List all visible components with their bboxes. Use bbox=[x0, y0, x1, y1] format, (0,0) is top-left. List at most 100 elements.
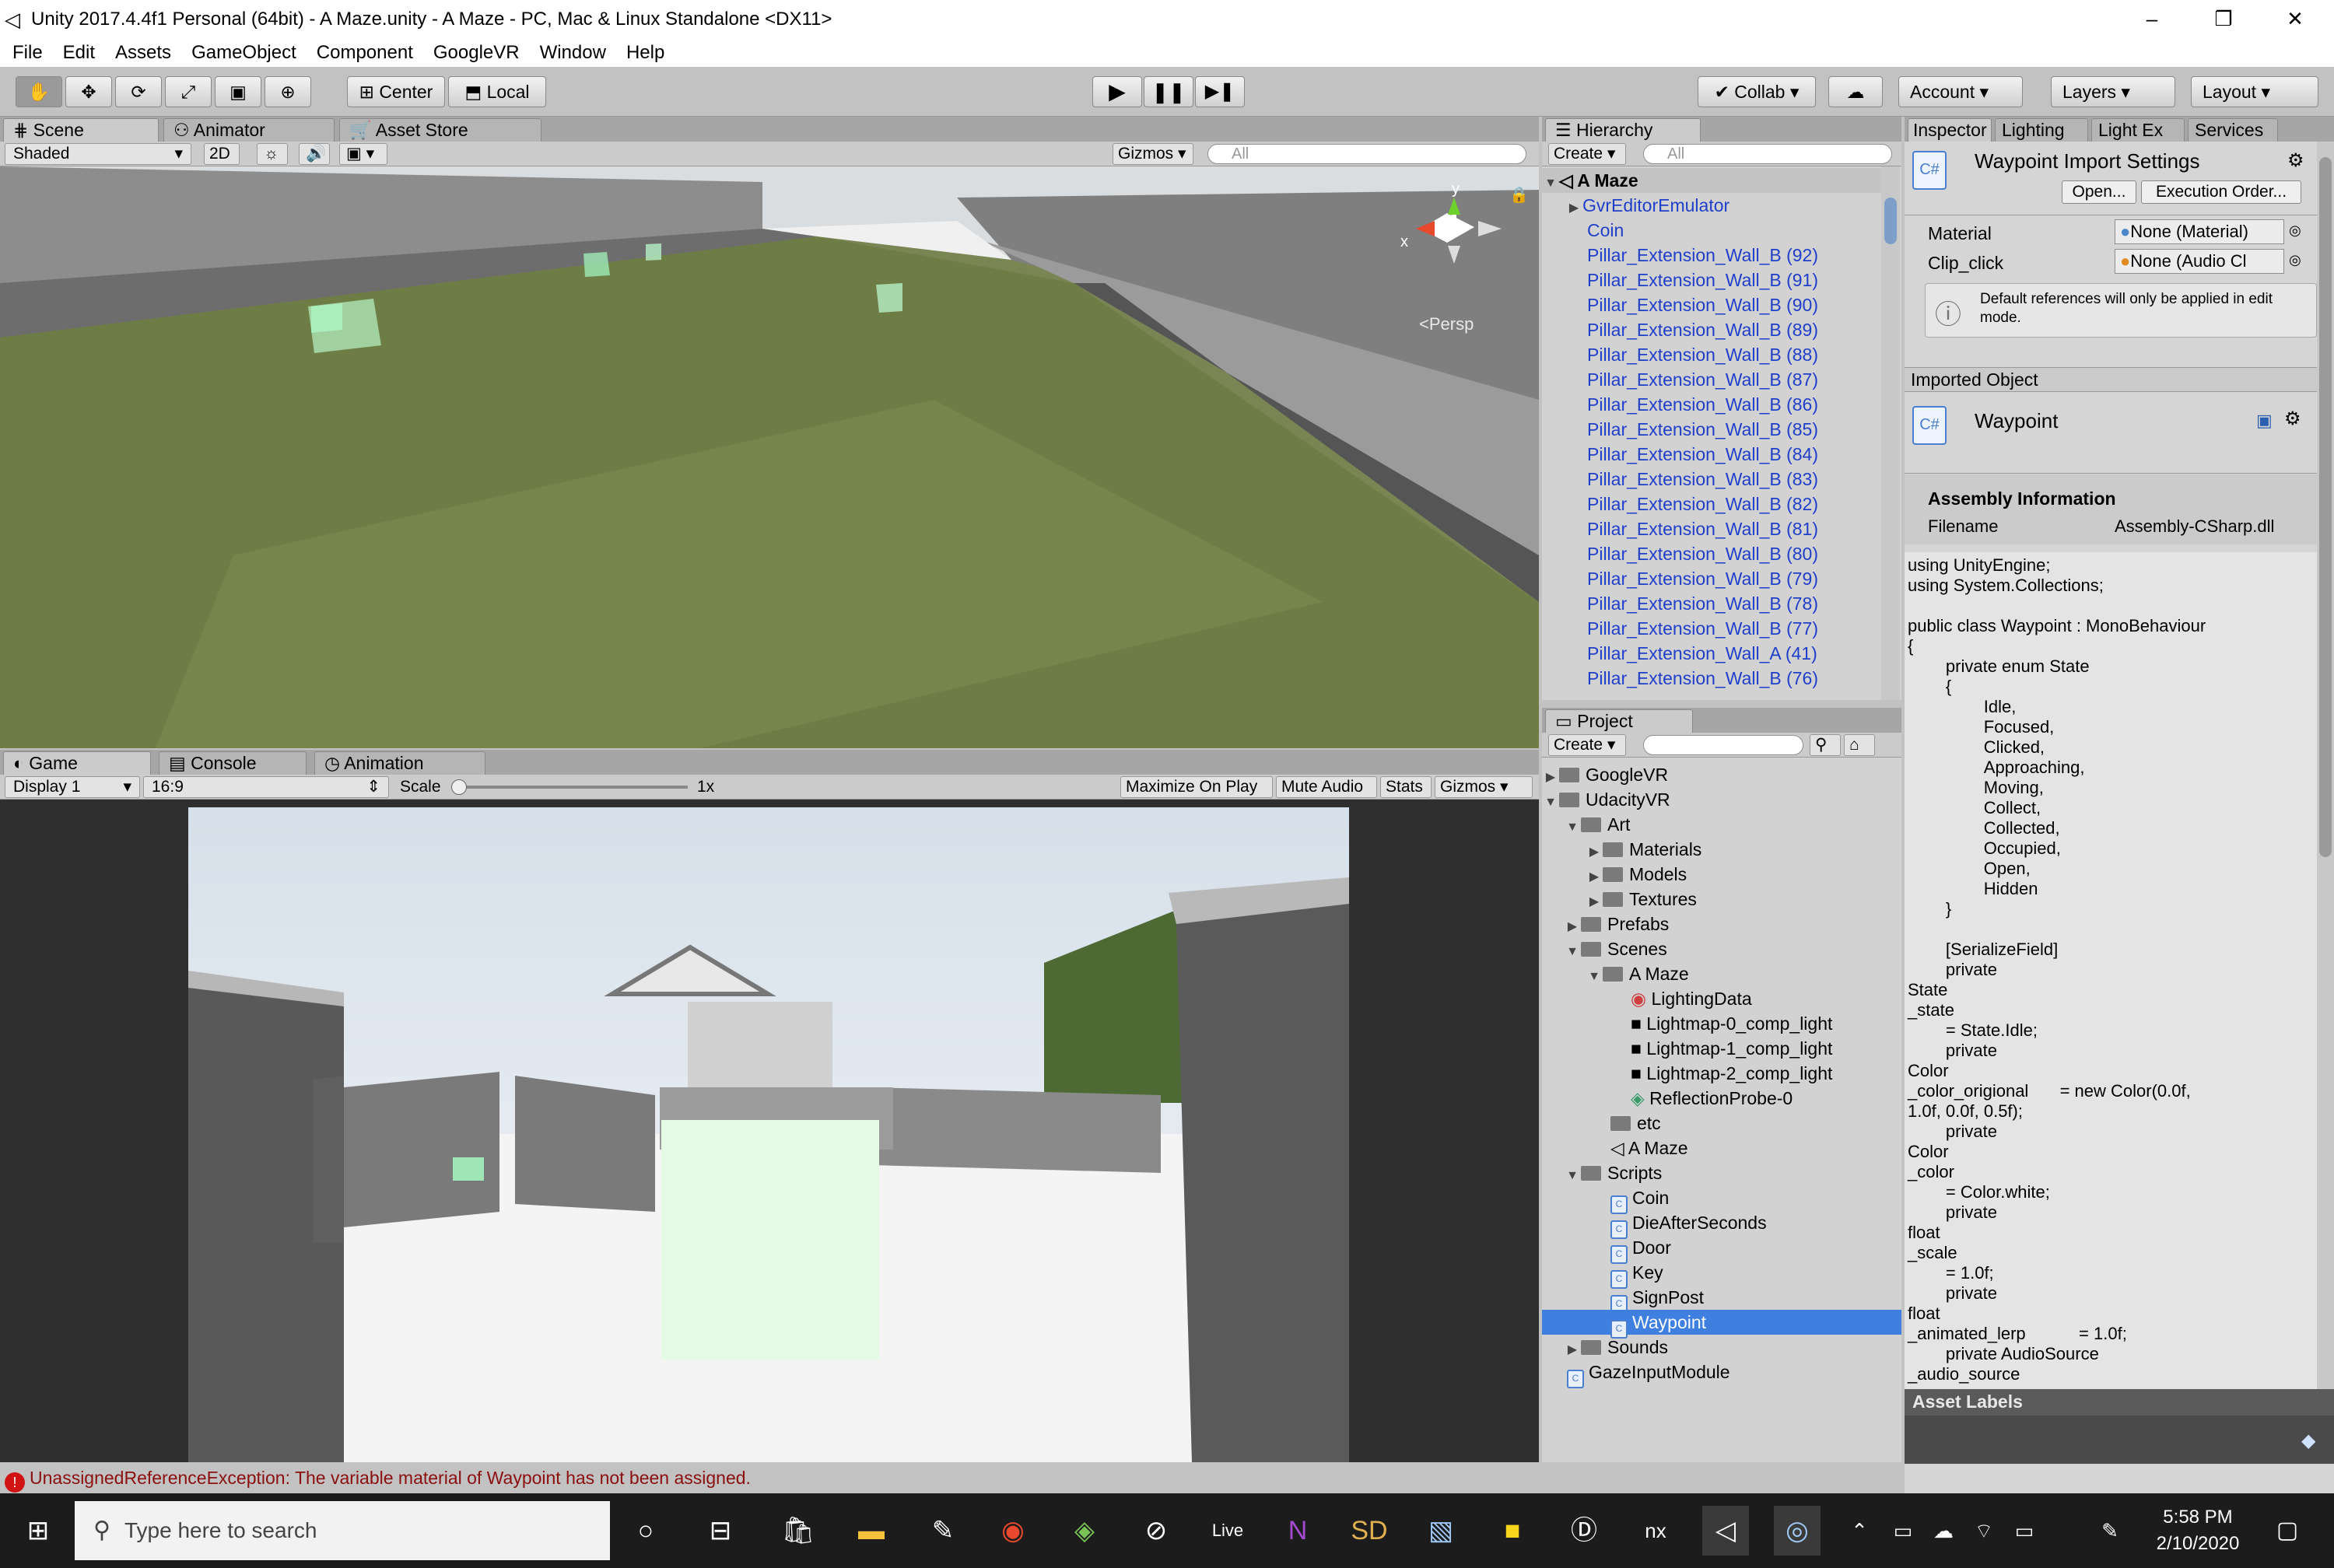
lighting-toggle-icon[interactable]: ☼ bbox=[257, 143, 288, 165]
hierarchy-row[interactable]: Pillar_Extension_Wall_B (84) bbox=[1587, 442, 1901, 467]
hierarchy-row[interactable]: Pillar_Extension_Wall_B (86) bbox=[1587, 392, 1901, 417]
project-folder-art[interactable]: ▼ Art bbox=[1564, 812, 1630, 837]
2d-toggle[interactable]: 2D bbox=[204, 143, 240, 165]
project-item-lightmap-0[interactable]: ■ Lightmap-0_comp_light bbox=[1631, 1011, 1832, 1036]
project-folder-a-maze[interactable]: ▼ A Maze bbox=[1586, 961, 1689, 986]
hierarchy-row[interactable]: Pillar_Extension_Wall_B (88) bbox=[1587, 342, 1901, 367]
scale-slider-thumb[interactable] bbox=[451, 779, 467, 795]
hierarchy-row[interactable]: Pillar_Extension_Wall_B (91) bbox=[1587, 268, 1901, 292]
tab-project[interactable]: ▭ Project bbox=[1545, 709, 1693, 733]
unity-taskbar-icon[interactable]: ◁ bbox=[1702, 1506, 1749, 1556]
image-app-icon[interactable]: ▧ bbox=[1418, 1506, 1464, 1556]
project-folder-sounds[interactable]: ▶ Sounds bbox=[1564, 1335, 1668, 1360]
hierarchy-create-dropdown[interactable]: Create ▾ bbox=[1548, 143, 1626, 165]
project-item-a-maze-scene[interactable]: ◁ A Maze bbox=[1610, 1136, 1688, 1160]
taskbar-clock[interactable]: 5:58 PM 2/10/2020 bbox=[2147, 1504, 2248, 1557]
android-studio-icon[interactable]: ◈ bbox=[1061, 1506, 1108, 1556]
tab-asset-store[interactable]: 🛒 Asset Store bbox=[339, 118, 541, 142]
vs-app-icon[interactable]: ◎ bbox=[1774, 1506, 1821, 1556]
project-script-signpost[interactable]: C SignPost bbox=[1610, 1285, 1704, 1314]
project-item-lightingdata[interactable]: ◉ LightingData bbox=[1631, 986, 1752, 1011]
sd-app-icon[interactable]: SD bbox=[1346, 1506, 1393, 1556]
rotate-tool-icon[interactable]: ⟳ bbox=[115, 76, 162, 107]
task-view-icon[interactable]: ⊟ bbox=[697, 1506, 744, 1556]
pivot-center-button[interactable]: ⊞ Center bbox=[347, 76, 445, 107]
material-object-field[interactable]: ●None (Material) bbox=[2115, 219, 2284, 244]
scene-lock-icon[interactable]: 🔒 bbox=[1509, 185, 1529, 205]
game-viewport[interactable] bbox=[0, 800, 1539, 1462]
project-item-reflectionprobe[interactable]: ◈ ReflectionProbe-0 bbox=[1631, 1086, 1793, 1111]
project-script-dieafterseconds[interactable]: C DieAfterSeconds bbox=[1610, 1210, 1767, 1239]
pause-button[interactable]: ❚❚ bbox=[1144, 76, 1193, 107]
nx-app-icon[interactable]: nx bbox=[1632, 1506, 1679, 1556]
menu-edit[interactable]: Edit bbox=[63, 39, 95, 67]
project-folder-scripts[interactable]: ▼ Scripts bbox=[1564, 1160, 1662, 1185]
open-button[interactable]: Open... bbox=[2062, 180, 2136, 204]
tray-display-icon[interactable]: ▭ bbox=[1886, 1506, 1920, 1556]
inspector-settings-gear-icon[interactable]: ⚙ bbox=[2287, 149, 2304, 172]
tab-inspector[interactable]: Inspector bbox=[1908, 118, 1992, 142]
project-folder-textures[interactable]: ▶ Textures bbox=[1586, 887, 1697, 912]
menu-googlevr[interactable]: GoogleVR bbox=[433, 39, 520, 67]
inspector-scroll-thumb[interactable] bbox=[2319, 157, 2332, 857]
material-picker-icon[interactable]: ◎ bbox=[2289, 222, 2301, 239]
help-book-icon[interactable]: ▣ bbox=[2256, 411, 2273, 431]
hierarchy-row[interactable]: Pillar_Extension_Wall_B (92) bbox=[1587, 243, 1901, 268]
sticky-notes-icon[interactable]: ■ bbox=[1489, 1506, 1536, 1556]
project-script-key[interactable]: C Key bbox=[1610, 1260, 1663, 1289]
file-explorer-icon[interactable]: ▬ bbox=[848, 1506, 895, 1556]
asset-label-tag-icon[interactable]: ◆ bbox=[2301, 1430, 2315, 1452]
hierarchy-row[interactable]: Pillar_Extension_Wall_B (76) bbox=[1587, 666, 1901, 691]
cortana-icon[interactable]: ○ bbox=[622, 1506, 669, 1556]
hierarchy-row[interactable]: Pillar_Extension_Wall_B (80) bbox=[1587, 541, 1901, 566]
status-bar[interactable]: ! UnassignedReferenceException: The varia… bbox=[0, 1462, 1901, 1493]
project-script-door[interactable]: C Door bbox=[1610, 1235, 1671, 1264]
hierarchy-row[interactable]: Pillar_Extension_Wall_B (90) bbox=[1587, 292, 1901, 317]
project-search-input[interactable] bbox=[1643, 735, 1803, 755]
execution-order-button[interactable]: Execution Order... bbox=[2141, 180, 2301, 204]
rect-tool-icon[interactable]: ▣ bbox=[215, 76, 261, 107]
project-folder-etc[interactable]: etc bbox=[1610, 1111, 1661, 1136]
move-tool-icon[interactable]: ✥ bbox=[65, 76, 112, 107]
hierarchy-row[interactable]: Pillar_Extension_Wall_A (41) bbox=[1587, 641, 1901, 666]
hierarchy-scene-row[interactable]: ▼ ◁ A Maze bbox=[1542, 168, 1884, 193]
project-item-lightmap-1[interactable]: ■ Lightmap-1_comp_light bbox=[1631, 1036, 1832, 1061]
app-icon[interactable]: ⊘ bbox=[1133, 1506, 1179, 1556]
close-button[interactable]: ✕ bbox=[2259, 0, 2331, 39]
scale-tool-icon[interactable]: ⤢ bbox=[165, 76, 212, 107]
mute-audio-toggle[interactable]: Mute Audio bbox=[1276, 776, 1377, 798]
scale-slider[interactable] bbox=[451, 779, 688, 795]
hierarchy-row[interactable]: Pillar_Extension_Wall_B (78) bbox=[1587, 591, 1901, 616]
wifi-icon[interactable]: ⌔ bbox=[1967, 1506, 2001, 1556]
project-folder-udacityvr[interactable]: ▼ UdacityVR bbox=[1542, 787, 1670, 812]
project-create-dropdown[interactable]: Create ▾ bbox=[1548, 734, 1626, 756]
hierarchy-search-input[interactable]: All bbox=[1643, 144, 1892, 164]
windows-start-icon[interactable]: ⊞ bbox=[14, 1506, 62, 1556]
scene-search-input[interactable]: All bbox=[1207, 144, 1526, 164]
menu-assets[interactable]: Assets bbox=[115, 39, 171, 67]
shading-dropdown[interactable]: Shaded ▾ bbox=[5, 143, 191, 165]
chrome-icon[interactable]: ◉ bbox=[990, 1506, 1036, 1556]
filter-type-icon[interactable]: ⚲ bbox=[1810, 734, 1841, 756]
hierarchy-row[interactable]: ▶ GvrEditorEmulator bbox=[1565, 193, 1901, 218]
hierarchy-scroll-thumb[interactable] bbox=[1884, 198, 1897, 244]
project-item-lightmap-2[interactable]: ■ Lightmap-2_comp_light bbox=[1631, 1061, 1832, 1086]
hierarchy-row[interactable]: Pillar_Extension_Wall_B (85) bbox=[1587, 417, 1901, 442]
hierarchy-row[interactable]: Pillar_Extension_Wall_B (81) bbox=[1587, 516, 1901, 541]
project-folder-scenes[interactable]: ▼ Scenes bbox=[1564, 936, 1667, 961]
tab-animator[interactable]: ⚇ Animator bbox=[163, 118, 335, 142]
app-icon[interactable]: ✎ bbox=[920, 1506, 966, 1556]
pivot-local-button[interactable]: ⬒ Local bbox=[448, 76, 546, 107]
menu-component[interactable]: Component bbox=[317, 39, 413, 67]
persp-label[interactable]: <Persp bbox=[1419, 314, 1474, 334]
hand-tool-icon[interactable]: ✋ bbox=[16, 76, 62, 107]
hierarchy-row[interactable]: Pillar_Extension_Wall_B (83) bbox=[1587, 467, 1901, 492]
hierarchy-scrollbar[interactable] bbox=[1881, 166, 1900, 700]
play-button[interactable]: ▶ bbox=[1092, 76, 1142, 107]
transform-tool-icon[interactable]: ⊕ bbox=[265, 76, 311, 107]
project-folder-models[interactable]: ▶ Models bbox=[1586, 862, 1687, 887]
app-d-icon[interactable]: Ⓓ bbox=[1561, 1506, 1607, 1556]
tab-animation[interactable]: ◷ Animation bbox=[314, 751, 485, 775]
filter-label-icon[interactable]: ⌂ bbox=[1844, 734, 1875, 756]
tab-scene[interactable]: ⋕ Scene bbox=[3, 118, 159, 142]
